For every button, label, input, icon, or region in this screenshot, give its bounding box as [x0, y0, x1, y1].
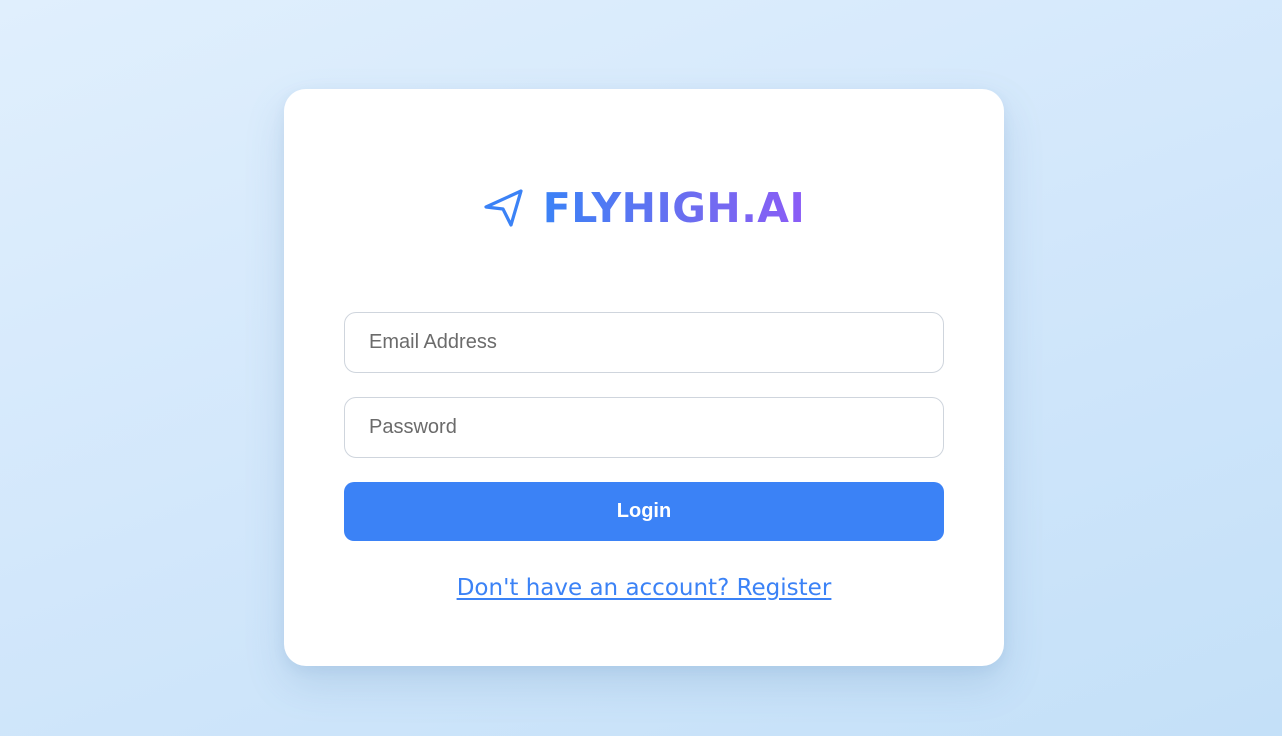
email-field[interactable] — [344, 312, 944, 373]
register-link[interactable]: Don't have an account? Register — [457, 575, 832, 601]
login-button[interactable]: Login — [344, 482, 944, 541]
brand-logo: FLYHIGH.AI — [284, 185, 1004, 231]
register-link-container: Don't have an account? Register — [284, 575, 1004, 601]
login-card: FLYHIGH.AI Login Don't have an account? … — [284, 89, 1004, 666]
brand-name: FLYHIGH.AI — [542, 183, 806, 232]
paper-plane-icon — [483, 188, 523, 228]
password-field[interactable] — [344, 397, 944, 458]
